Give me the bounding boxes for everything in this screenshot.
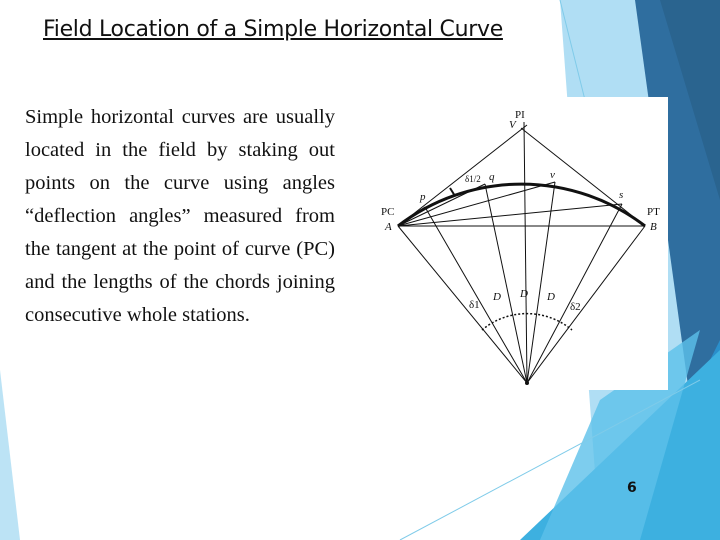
slide-title: Field Location of a Simple Horizontal Cu… — [43, 17, 503, 42]
label-d-2: D — [519, 288, 528, 300]
label-p: p — [419, 191, 426, 203]
deflection-arc — [481, 312, 573, 331]
label-d-1: D — [492, 291, 501, 303]
label-v: v — [550, 169, 555, 181]
slide-body-text: Simple horizontal curves are usually loc… — [25, 106, 335, 326]
center-line — [523, 121, 528, 384]
label-q: q — [489, 171, 495, 183]
label-a: A — [384, 221, 392, 233]
label-pi: PI — [515, 109, 525, 121]
label-delta1: δ1 — [469, 299, 480, 311]
curve-diagram-svg: PI V PC A PT B p q v s δ1/2 δ1 δ2 D D D — [381, 109, 660, 385]
label-s: s — [619, 189, 623, 201]
page-number: 6 — [627, 480, 637, 496]
label-d-3: D — [546, 291, 555, 303]
radius-b — [526, 225, 646, 384]
label-pt: PT — [647, 206, 660, 218]
curve-arc — [397, 182, 646, 228]
back-tangent — [397, 124, 528, 227]
label-delta-half: δ1/2 — [465, 174, 481, 184]
radius-a — [397, 225, 528, 384]
forward-tangent — [520, 127, 646, 227]
horizontal-curve-diagram: PI V PC A PT B p q v s δ1/2 δ1 δ2 D D D — [378, 97, 668, 390]
label-b: B — [650, 221, 657, 233]
label-pc: PC — [381, 206, 394, 218]
label-delta2: δ2 — [570, 301, 581, 313]
